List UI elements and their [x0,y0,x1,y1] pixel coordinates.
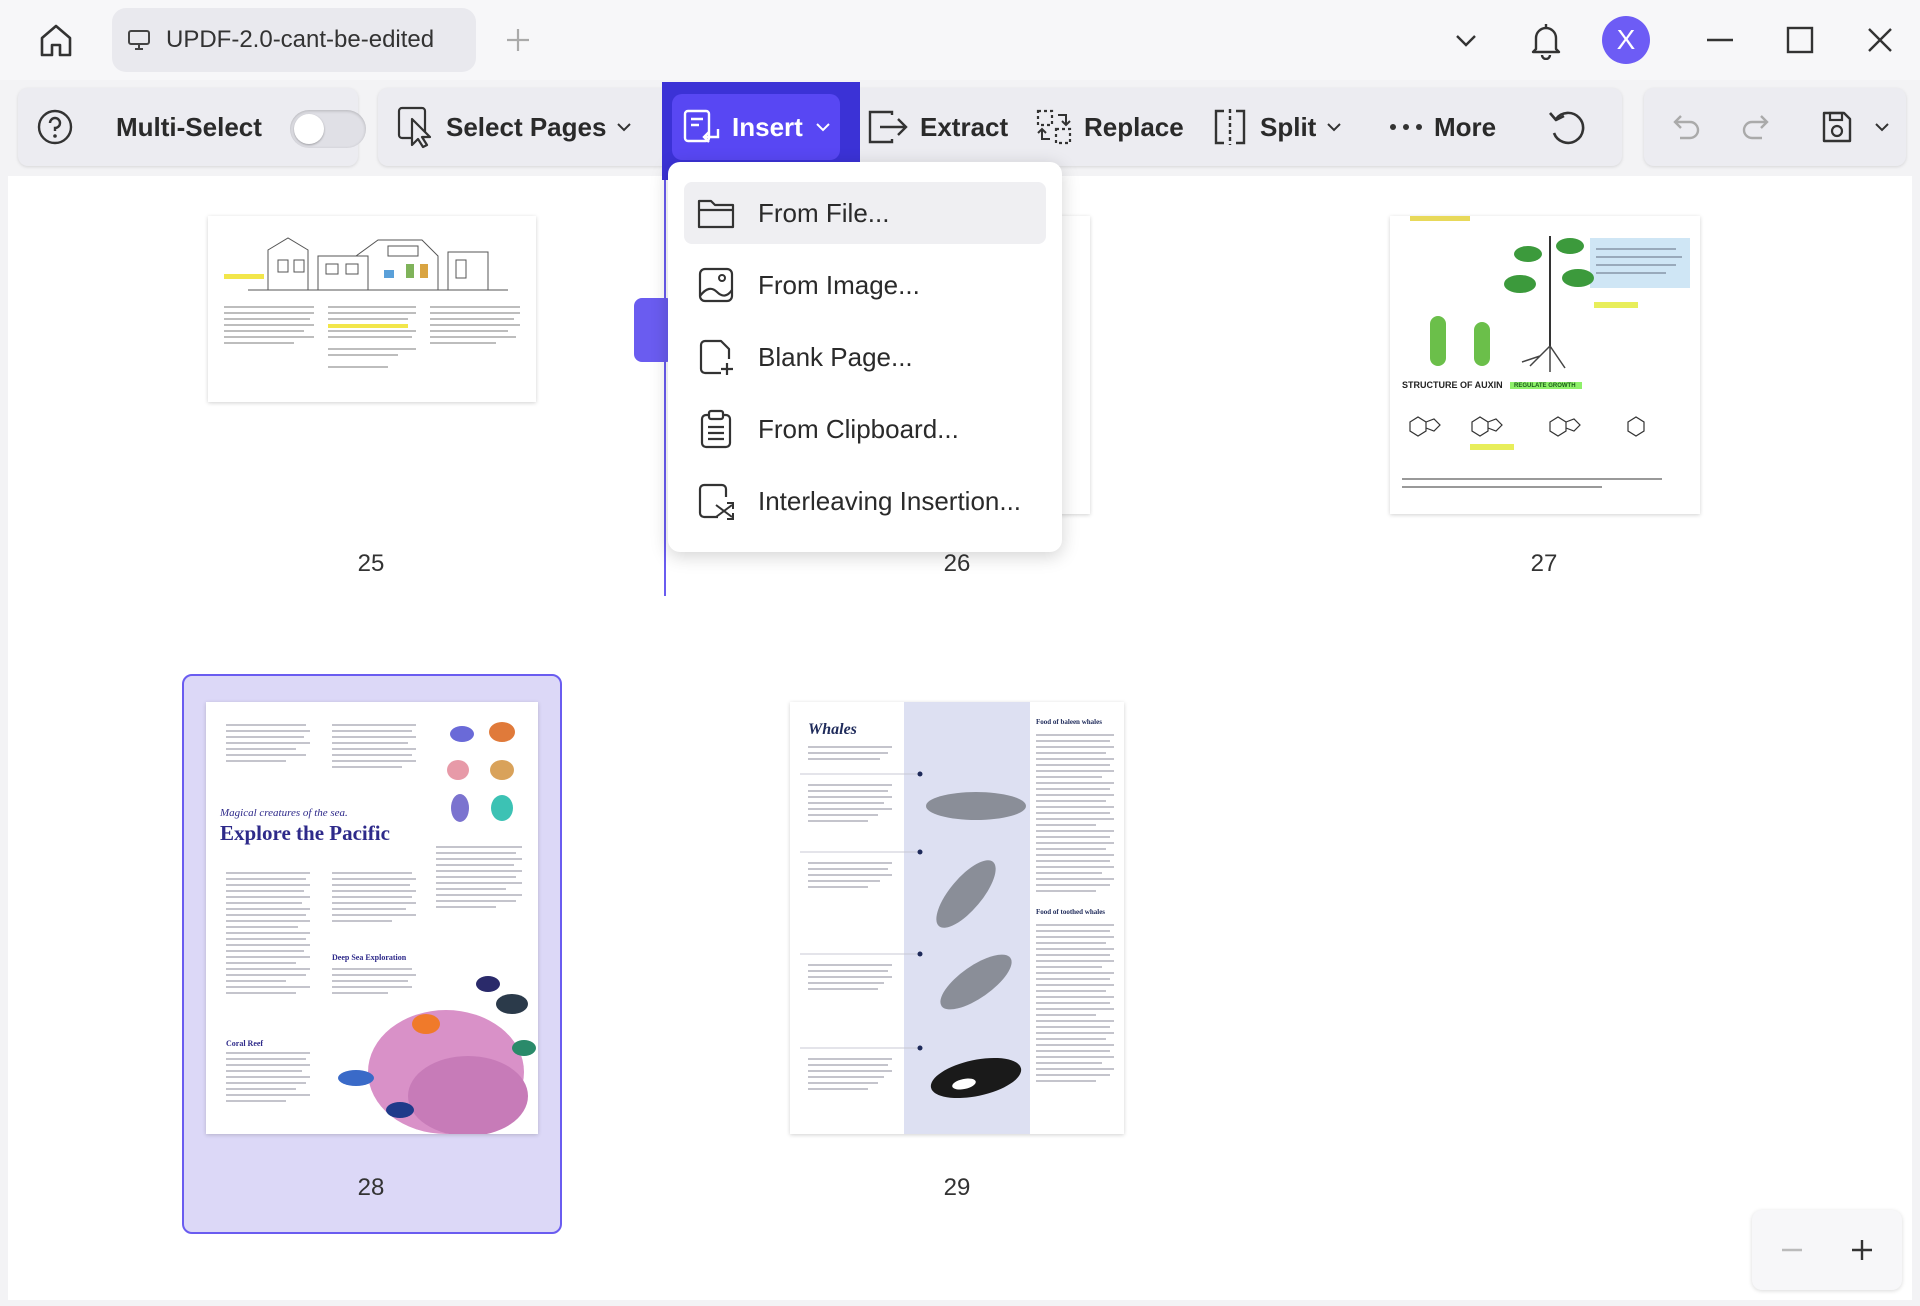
document-tab[interactable]: UPDF-2.0-cant-be-edited [112,8,476,72]
menu-item-label: Interleaving Insertion... [758,486,1021,517]
maximize-icon[interactable] [1776,16,1824,64]
split-icon [1210,107,1250,147]
toggle-knob [294,114,324,144]
rotate-icon[interactable] [1546,88,1590,166]
chevron-down-icon [616,122,632,132]
menu-item-label: From Clipboard... [758,414,959,445]
replace-label: Replace [1084,112,1184,143]
history-panel [1644,88,1906,166]
menu-item-from-clipboard[interactable]: From Clipboard... [684,398,1046,460]
extract-icon [866,107,910,147]
page-thumbnail-29[interactable]: Whales Food of baleen whales Food of too… [790,702,1124,1134]
page-tools-panel: Select Pages Extract Replace Split More [378,88,1622,166]
insert-label: Insert [732,112,803,143]
chevron-down-icon[interactable] [1442,16,1490,64]
save-icon[interactable] [1818,88,1856,166]
replace-icon [1034,107,1074,147]
image-icon [696,265,736,305]
title-bar: UPDF-2.0-cant-be-edited X [0,0,1920,80]
page28-section-deep-sea: Deep Sea Exploration [332,953,407,962]
page29-section-baleen: Food of baleen whales [1036,718,1102,726]
page-number-25: 25 [331,550,411,578]
insert-icon [682,107,722,147]
multi-select-panel: Multi-Select [18,88,358,166]
more-dots-icon [1388,121,1424,133]
chevron-down-icon[interactable] [1874,88,1890,166]
page28-subtitle: Magical creatures of the sea. [219,807,348,819]
insert-dropdown-menu: From File... From Image... Blank Page...… [668,162,1062,552]
monitor-icon [126,27,152,53]
auxin-heading: STRUCTURE OF AUXIN [1402,380,1503,390]
interleave-icon [696,481,736,521]
bell-icon[interactable] [1522,16,1570,64]
page28-section-coral: Coral Reef [226,1039,263,1048]
more-label: More [1434,112,1496,143]
menu-item-label: From Image... [758,270,920,301]
split-label: Split [1260,112,1316,143]
page-thumbnail-27[interactable]: STRUCTURE OF AUXIN REGULATE GROWTH [1390,216,1700,514]
document-tab-title: UPDF-2.0-cant-be-edited [166,26,434,54]
new-tab-plus-icon[interactable] [494,16,542,64]
zoom-out-icon[interactable] [1772,1230,1812,1270]
page-thumbnail-28[interactable]: Magical creatures of the sea. Explore th… [206,702,538,1134]
chevron-down-icon [1326,122,1342,132]
undo-icon[interactable] [1668,88,1702,166]
multi-select-toggle[interactable] [290,110,366,148]
page-number-29: 29 [917,1174,997,1202]
zoom-controls [1752,1210,1902,1290]
split-button[interactable]: Split [1210,88,1342,166]
blank-page-icon [696,337,736,377]
select-pages-button[interactable]: Select Pages [396,88,632,166]
chevron-down-icon [815,122,831,132]
folder-icon [696,193,736,233]
page29-title: Whales [808,721,857,738]
menu-item-interleaving-insertion[interactable]: Interleaving Insertion... [684,470,1046,532]
insert-button[interactable]: Insert [672,94,840,160]
multi-select-label: Multi-Select [116,88,262,166]
page-thumbnail-25[interactable] [208,216,536,402]
redo-icon[interactable] [1740,88,1774,166]
zoom-in-icon[interactable] [1842,1230,1882,1270]
menu-item-label: Blank Page... [758,342,913,373]
extract-button[interactable]: Extract [866,88,1008,166]
page-number-28: 28 [331,1174,411,1202]
help-icon[interactable] [36,88,74,166]
page-number-27: 27 [1504,550,1584,578]
extract-label: Extract [920,112,1008,143]
minimize-icon[interactable] [1696,16,1744,64]
page-number-26: 26 [917,550,997,578]
clipboard-icon [696,409,736,449]
menu-item-label: From File... [758,198,889,229]
select-cursor-icon [396,105,436,149]
page28-title: Explore the Pacific [220,821,390,845]
menu-item-from-image[interactable]: From Image... [684,254,1046,316]
menu-item-blank-page[interactable]: Blank Page... [684,326,1046,388]
avatar[interactable]: X [1602,16,1650,64]
replace-button[interactable]: Replace [1034,88,1184,166]
page29-section-toothed: Food of toothed whales [1036,908,1105,916]
close-icon[interactable] [1856,16,1904,64]
select-pages-label: Select Pages [446,112,606,143]
more-button[interactable]: More [1388,88,1496,166]
menu-item-from-file[interactable]: From File... [684,182,1046,244]
regulate-growth-tag: REGULATE GROWTH [1514,383,1576,389]
insertion-line [664,162,666,596]
home-icon[interactable] [32,16,80,64]
